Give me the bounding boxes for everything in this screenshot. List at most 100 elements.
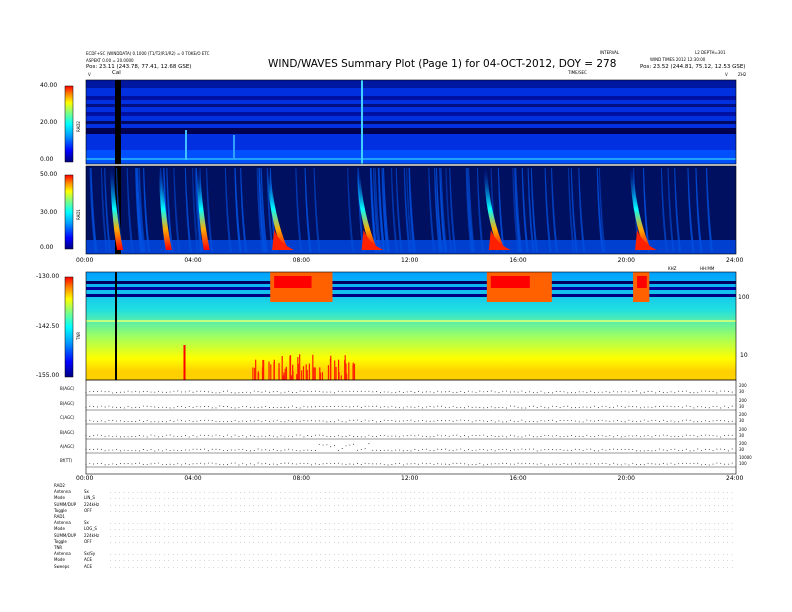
line-sample-point	[548, 419, 550, 421]
line-sample-point	[601, 448, 603, 450]
line-sample-point	[571, 435, 573, 436]
line-sample-point	[104, 406, 106, 408]
line-sample-point	[689, 435, 691, 436]
line-sample-point	[135, 436, 137, 437]
tnr-spike	[299, 354, 301, 380]
line-sample-point	[391, 464, 393, 466]
footer-value: Sx	[84, 489, 89, 495]
line-sample-point	[444, 406, 446, 408]
line-sample-point	[184, 420, 186, 422]
line-sample-point	[724, 463, 725, 465]
line-sample-point	[574, 420, 576, 422]
tnr-spike	[296, 374, 298, 380]
line-sample-point	[525, 463, 527, 464]
line-sample-point	[127, 421, 129, 422]
line-sample-point	[483, 434, 485, 436]
line-sample-point	[353, 419, 355, 421]
line-sample-point	[177, 419, 179, 421]
line-sample-point	[479, 407, 481, 408]
line-panel-right-tick: 30	[739, 404, 745, 409]
line-sample-point	[349, 435, 351, 436]
line-sample-point	[276, 407, 278, 409]
line-sample-point	[100, 435, 102, 436]
line-sample-point	[536, 407, 538, 409]
line-sample-point	[314, 420, 316, 422]
line-sample-point	[311, 436, 313, 437]
line-sample-point	[368, 390, 370, 392]
line-sample-point	[605, 405, 607, 407]
tnr-tick-mid: -142.50	[36, 323, 60, 330]
line-sample-point	[666, 421, 668, 422]
line-sample-point	[563, 463, 565, 465]
line-sample-point	[242, 420, 244, 422]
line-sample-point	[731, 405, 733, 407]
line-sample-point	[131, 463, 133, 465]
line-sample-point	[154, 450, 156, 452]
line-sample-point	[559, 419, 561, 421]
line-sample-point	[655, 392, 657, 394]
line-sample-point	[571, 449, 573, 451]
line-sample-point	[345, 436, 347, 437]
line-sample-point	[628, 448, 630, 450]
footer-dots: ........................................…	[110, 501, 735, 507]
line-sample-point	[123, 391, 125, 393]
line-sample-point	[429, 449, 431, 451]
line-sample-point	[360, 436, 362, 438]
footer-key: Mode	[54, 526, 65, 532]
line-sample-point	[567, 449, 569, 451]
line-sample-point	[284, 436, 286, 438]
line-sample-point	[280, 421, 282, 423]
line-sample-point	[372, 391, 374, 393]
line-sample-point	[643, 406, 645, 408]
footer-dots: ........................................…	[110, 563, 735, 569]
line-sample-point	[605, 391, 607, 393]
tnr-spike	[292, 371, 294, 380]
rad2-spectrogram	[86, 80, 736, 164]
line-sample-point	[536, 450, 538, 452]
time-tick-label: 00:00	[76, 475, 94, 482]
line-sample-point	[177, 406, 179, 407]
line-sample-point	[720, 407, 722, 409]
line-sample-point	[269, 420, 270, 422]
line-sample-point	[112, 436, 114, 438]
line-sample-point	[116, 435, 118, 437]
line-sample-point	[154, 391, 156, 393]
line-sample-point	[299, 407, 301, 409]
line-sample-point	[200, 448, 202, 450]
line-sample-point	[414, 463, 416, 465]
line-sample-point	[402, 464, 404, 466]
line-sample-point	[89, 436, 91, 437]
line-sample-point	[318, 464, 320, 465]
line-sample-point	[135, 406, 137, 408]
tnr-spike	[281, 356, 283, 380]
line-sample-point	[517, 436, 519, 438]
line-sample-point	[586, 392, 588, 394]
line-sample-point	[173, 435, 175, 437]
line-sample-point	[276, 436, 278, 438]
line-sample-point	[563, 449, 565, 451]
line-sample-point	[399, 436, 400, 438]
line-sample-point	[345, 406, 347, 408]
line-sample-point	[142, 449, 144, 450]
line-sample-point	[379, 463, 381, 465]
line-sample-point	[574, 436, 576, 437]
line-sample-point	[162, 391, 163, 393]
footer-key: SUMM/DUP	[54, 501, 77, 507]
line-sample-point	[639, 436, 641, 438]
line-sample-point	[651, 463, 653, 465]
line-sample-point	[498, 407, 500, 408]
line-sample-point	[693, 450, 695, 452]
line-sample-point	[433, 406, 435, 408]
line-sample-point	[219, 435, 221, 437]
line-sample-point	[93, 406, 95, 407]
line-sample-point	[146, 449, 148, 451]
line-sample-point	[490, 463, 492, 465]
line-sample-point	[269, 449, 270, 451]
line-sample-point	[460, 419, 462, 421]
line-sample-point	[318, 405, 320, 407]
line-sample-point	[406, 406, 408, 408]
line-sample-point	[708, 448, 710, 450]
line-sample-point	[639, 420, 641, 422]
line-sample-point	[402, 407, 404, 409]
line-sample-point	[571, 420, 573, 422]
